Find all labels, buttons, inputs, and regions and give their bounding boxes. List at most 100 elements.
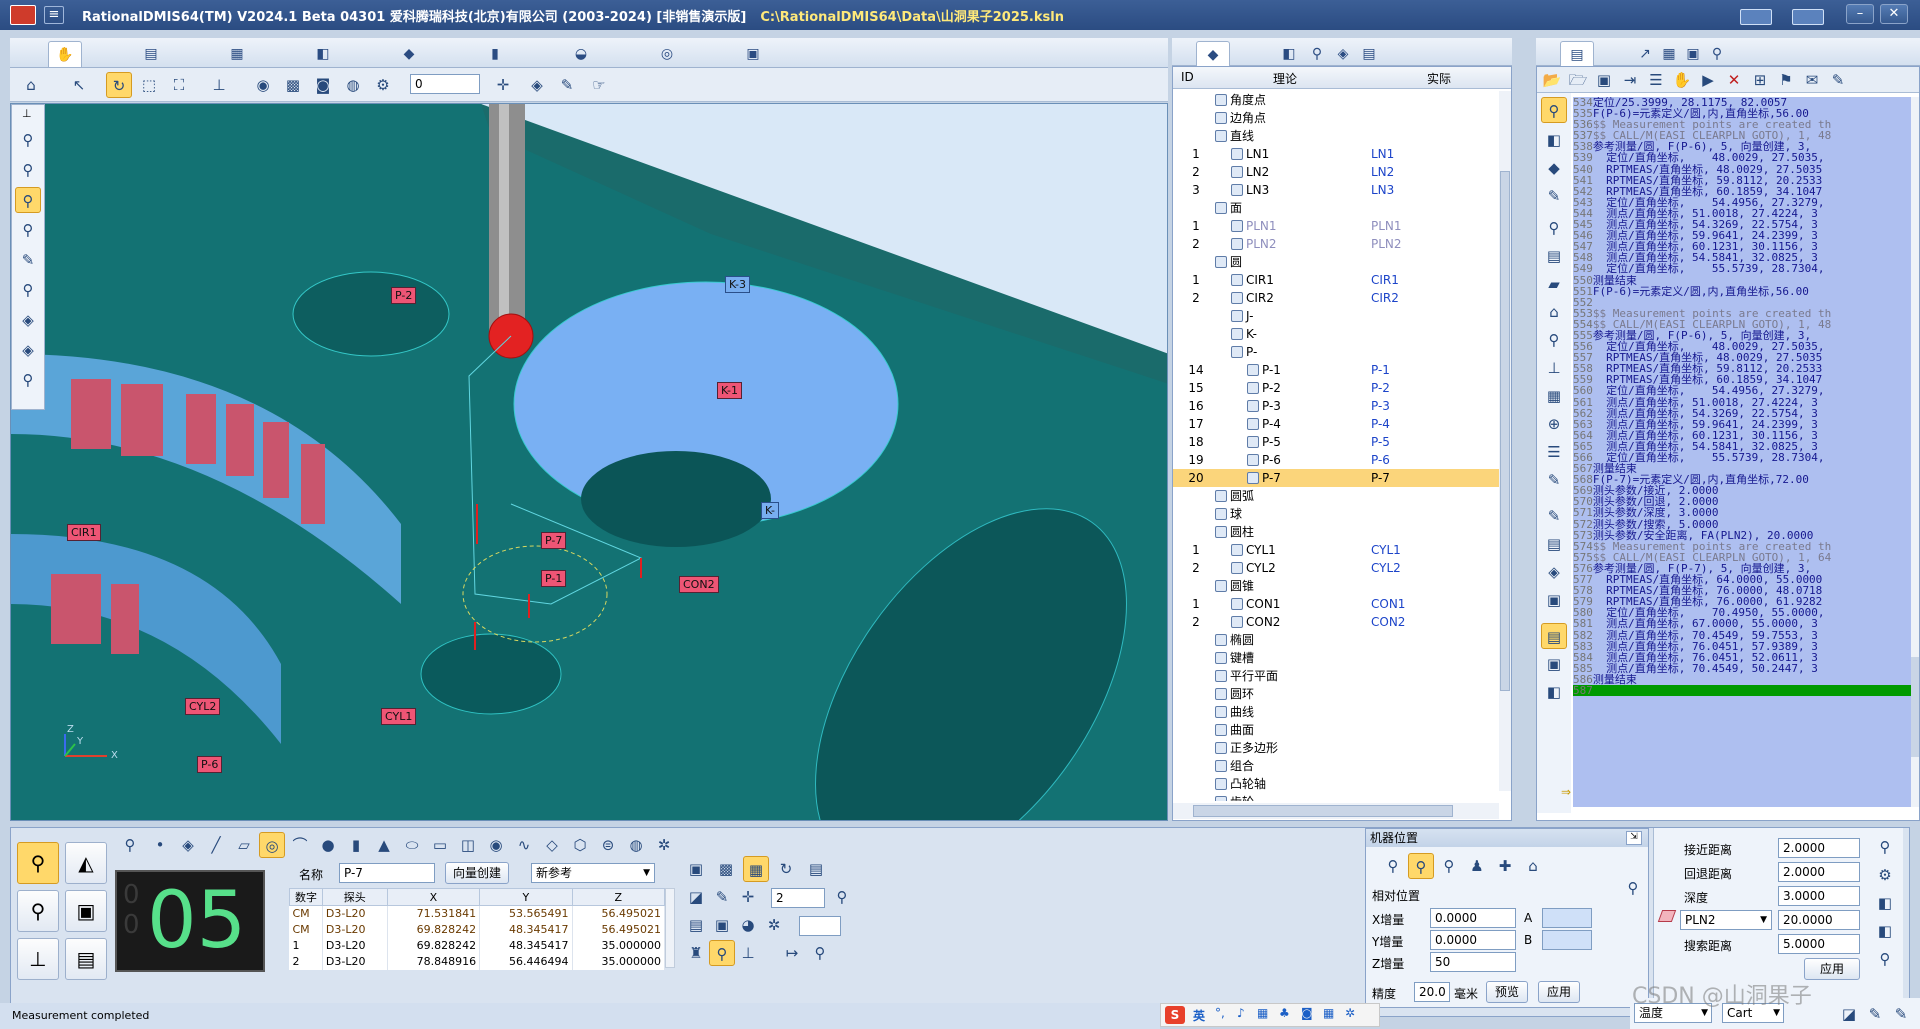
- code-line[interactable]: 540 RPTMEAS/直角坐标, 48.0029, 27.5035: [1573, 164, 1911, 175]
- b-input[interactable]: [1542, 930, 1592, 950]
- measure-icon[interactable]: ⚲: [117, 832, 143, 858]
- tree-row[interactable]: 正多边形: [1173, 739, 1511, 757]
- eraser-icon[interactable]: ◪: [683, 884, 709, 910]
- group-icon[interactable]: ⊜: [595, 832, 621, 858]
- hand-icon[interactable]: ✋: [1669, 67, 1695, 93]
- tree-row[interactable]: 2 CON2 CON2: [1173, 613, 1511, 631]
- code-line[interactable]: 556 定位/直角坐标, 48.0029, 27.5035,: [1573, 341, 1911, 352]
- code-line[interactable]: 564 测点/直角坐标, 60.1231, 30.1156, 3: [1573, 430, 1911, 441]
- table-row[interactable]: CM D3-L20 71.531841 53.565491 56.495021: [289, 905, 666, 922]
- code-line[interactable]: 549 定位/直角坐标, 55.5739, 28.7304,: [1573, 263, 1911, 274]
- zoom-box-icon[interactable]: ⬚: [136, 72, 162, 98]
- tree-row[interactable]: 16 P-3 P-3: [1173, 397, 1511, 415]
- tree-row[interactable]: 圆环: [1173, 685, 1511, 703]
- code-line[interactable]: 546 测点/直角坐标, 59.9641, 24.2399, 3: [1573, 230, 1911, 241]
- probe-tool-2-icon[interactable]: ⚲: [15, 157, 41, 183]
- curve-icon[interactable]: ∿: [511, 832, 537, 858]
- step-apply-icon[interactable]: ⚲: [829, 884, 855, 910]
- tree-row[interactable]: 圆: [1173, 253, 1511, 271]
- indent-icon[interactable]: ⇥: [1617, 67, 1643, 93]
- toolbox-icon[interactable]: ▦: [1323, 1006, 1334, 1020]
- table-header-cell[interactable]: 数字: [289, 888, 323, 906]
- open-file-icon[interactable]: 📂: [1539, 67, 1565, 93]
- tree-row[interactable]: 键槽: [1173, 649, 1511, 667]
- probe-ring-icon[interactable]: ◍: [340, 72, 366, 98]
- layout-icon[interactable]: [1740, 9, 1772, 25]
- code-line[interactable]: 581 测点/直角坐标, 67.0000, 55.0000, 3: [1573, 618, 1911, 629]
- code-line[interactable]: 573测头参数/安全距离, FA(PLN2), 20.0000: [1573, 530, 1911, 541]
- param-tool-1-icon[interactable]: ⚲: [1872, 834, 1898, 860]
- ime-language[interactable]: 英: [1193, 1007, 1205, 1024]
- tree-row[interactable]: 圆弧: [1173, 487, 1511, 505]
- tree-row[interactable]: 3 LN3 LN3: [1173, 181, 1511, 199]
- side-tool-17-icon[interactable]: ◈: [1541, 559, 1567, 585]
- label-p6[interactable]: P-6: [197, 756, 223, 773]
- code-line[interactable]: 536$$ Measurement points are created th: [1573, 119, 1911, 130]
- tab-cad[interactable]: ◧: [306, 41, 340, 67]
- label-cir1[interactable]: CIR1: [67, 524, 101, 541]
- microphone-icon[interactable]: ♪: [1237, 1006, 1245, 1020]
- approach-input[interactable]: 2.0000: [1778, 838, 1860, 858]
- code-line[interactable]: 582 测点/直角坐标, 70.4549, 59.7553, 3: [1573, 630, 1911, 641]
- tree-row[interactable]: 1 PLN1 PLN1: [1173, 217, 1511, 235]
- code-line[interactable]: 554$$ CALL/M(EASI_CLEARPLN_GOTO), 1, 48: [1573, 319, 1911, 330]
- code-line[interactable]: 571测头参数/深度, 3.0000: [1573, 507, 1911, 518]
- probe-button[interactable]: ⚲: [17, 890, 59, 932]
- probe-angle-icon[interactable]: ⚲: [807, 940, 833, 966]
- tree-hscroll[interactable]: [1173, 803, 1499, 819]
- tree-row[interactable]: 15 P-2 P-2: [1173, 379, 1511, 397]
- point-icon[interactable]: •: [147, 832, 173, 858]
- parallel-plane-icon[interactable]: ◫: [455, 832, 481, 858]
- line-icon[interactable]: ╱: [203, 832, 229, 858]
- table-header-cell[interactable]: X: [386, 888, 481, 906]
- probe-star-icon[interactable]: ⚲: [1436, 853, 1462, 879]
- layer-icon[interactable]: ▤: [683, 912, 709, 938]
- refresh-icon[interactable]: ↻: [773, 856, 799, 882]
- tab-report[interactable]: ▣: [736, 41, 770, 67]
- probe-tool-6-icon[interactable]: ⚲: [15, 277, 41, 303]
- target-icon[interactable]: ✛: [735, 884, 761, 910]
- camshaft-icon[interactable]: ◍: [623, 832, 649, 858]
- side-tool-14-icon[interactable]: ✎: [1541, 467, 1567, 493]
- code-line[interactable]: 567测量结束: [1573, 463, 1911, 474]
- vector-create-button[interactable]: 向量创建: [445, 862, 509, 884]
- table-header-cell[interactable]: Z: [571, 888, 666, 906]
- table-row[interactable]: 2 D3-L20 78.848916 56.446494 35.000000: [289, 953, 666, 970]
- side-tool-11-icon[interactable]: ▦: [1541, 383, 1567, 409]
- code-line[interactable]: 552: [1573, 297, 1911, 308]
- probe-tool-5-icon[interactable]: ✎: [15, 247, 41, 273]
- side-tool-10-icon[interactable]: ⊥: [1541, 355, 1567, 381]
- side-tool-7-icon[interactable]: ▰: [1541, 271, 1567, 297]
- save-icon[interactable]: ▣: [1591, 67, 1617, 93]
- probe-tool-1-icon[interactable]: ⚲: [15, 127, 41, 153]
- cylinder-icon[interactable]: ▮: [343, 832, 369, 858]
- code-vscroll[interactable]: [1911, 97, 1919, 807]
- params-apply-button[interactable]: 应用: [1804, 958, 1860, 980]
- copy-icon[interactable]: ▣: [709, 912, 735, 938]
- tab-table[interactable]: ▦: [220, 41, 254, 67]
- code-line[interactable]: 550测量结束: [1573, 275, 1911, 286]
- code-line[interactable]: 551F(P-6)=元素定义/圆,内,直角坐标,56.00: [1573, 286, 1911, 297]
- comment-icon[interactable]: ✉: [1799, 67, 1825, 93]
- probe-tool-9-icon[interactable]: ⚲: [15, 367, 41, 393]
- tree-row[interactable]: 17 P-4 P-4: [1173, 415, 1511, 433]
- code-line[interactable]: 543 定位/直角坐标, 54.4956, 27.3279,: [1573, 197, 1911, 208]
- tolerance-button[interactable]: ◭: [65, 842, 107, 884]
- tab-document[interactable]: ▤: [134, 41, 168, 67]
- tab-cylinder[interactable]: ◎: [650, 41, 684, 67]
- hierarchy-icon[interactable]: ♜: [683, 940, 709, 966]
- code-line[interactable]: 542 RPTMEAS/直角坐标, 60.1859, 34.1047: [1573, 186, 1911, 197]
- ime-logo-icon[interactable]: S: [1165, 1006, 1185, 1024]
- tree-row[interactable]: 角度点: [1173, 91, 1511, 109]
- insert-icon[interactable]: ⊞: [1747, 67, 1773, 93]
- tree-row[interactable]: 1 CYL1 CYL1: [1173, 541, 1511, 559]
- box-button[interactable]: ▣: [65, 890, 107, 932]
- axis-icon[interactable]: ⊥: [206, 72, 232, 98]
- tree-hscroll-thumb[interactable]: [1193, 805, 1453, 817]
- side-tool-6-icon[interactable]: ▤: [1541, 243, 1567, 269]
- code-line[interactable]: 560 定位/直角坐标, 54.4956, 27.3279,: [1573, 385, 1911, 396]
- name-input[interactable]: P-7: [339, 863, 435, 883]
- pin-icon[interactable]: ⊥: [22, 107, 32, 120]
- code-line[interactable]: 574$$ Measurement points are created th: [1573, 541, 1911, 552]
- label-p7[interactable]: P-7: [541, 532, 567, 549]
